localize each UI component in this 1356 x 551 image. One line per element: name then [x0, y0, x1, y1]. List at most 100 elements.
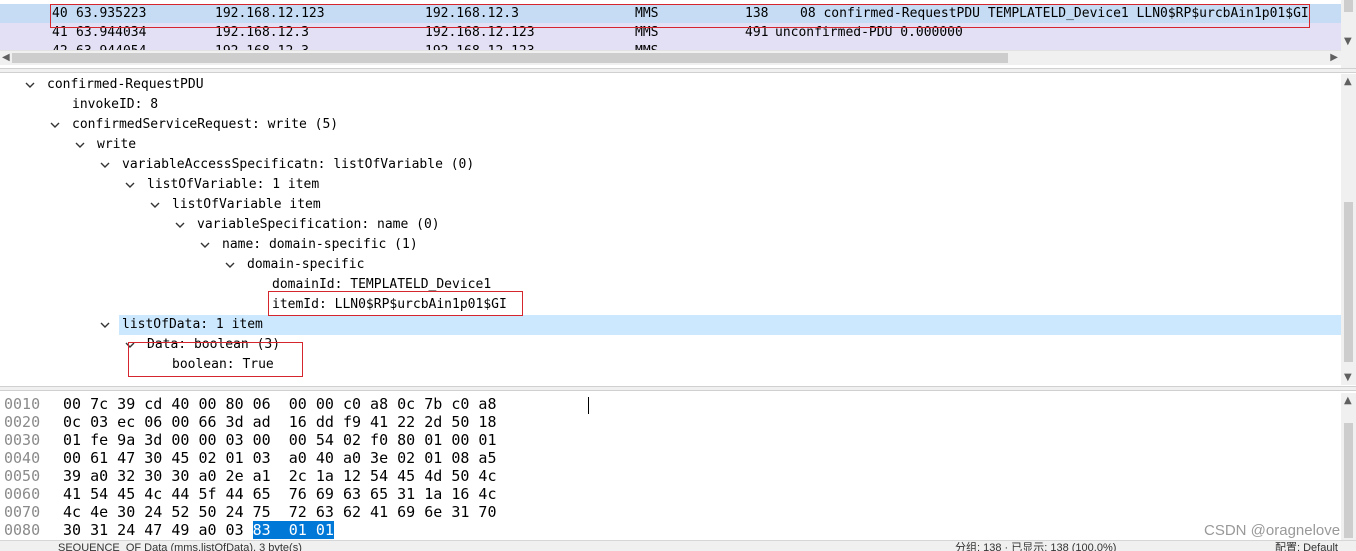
hex-offset: 0020	[4, 413, 41, 431]
tree-row-label: confirmedServiceRequest: write (5)	[72, 117, 339, 132]
packet-protocol: MMS	[635, 6, 659, 21]
chevron-down-icon[interactable]	[99, 319, 111, 331]
packet-row[interactable]: 42 63.944054 192.168.12.3 192.168.12.123…	[0, 42, 1341, 50]
packet-bytes-pane[interactable]: 0010 00 7c 39 cd 40 00 80 06 00 00 c0 a8 …	[0, 393, 1341, 540]
hex-selection[interactable]: 83 01 01	[252, 521, 334, 539]
packet-details-tree[interactable]: confirmed-RequestPDU invokeID: 8 confirmed…	[0, 74, 1341, 385]
hex-bytes-text: 00 61 47 30 45 02 01 03 a0 40 a0 3e 02 0…	[63, 449, 497, 467]
packet-source: 192.168.12.123	[215, 6, 325, 21]
scroll-up-icon[interactable]: ▲	[1344, 395, 1352, 406]
packet-list-vertical-scrollbar[interactable]: ▼	[1341, 0, 1356, 68]
scrollbar-thumb[interactable]	[1344, 202, 1353, 362]
packet-row[interactable]: 41 63.944034 192.168.12.3 192.168.12.123…	[0, 23, 1341, 42]
packet-length: 138	[745, 6, 769, 21]
tree-row[interactable]: itemId: LLN0$RP$urcbAin1p01$GI	[0, 295, 1341, 315]
status-bar: SEQUENCE_OF Data (mms.listOfData), 3 byt…	[0, 540, 1356, 551]
chevron-down-icon[interactable]	[74, 139, 86, 151]
tree-row-label: variableSpecification: name (0)	[197, 217, 440, 232]
pane-splitter[interactable]	[0, 68, 1356, 73]
packet-protocol: MMS	[635, 42, 658, 50]
tree-row-label: listOfVariable item	[172, 197, 321, 212]
scroll-left-icon[interactable]: ◀	[2, 51, 10, 65]
hex-bytes[interactable]: 01 fe 9a 3d 00 00 03 00 00 54 02 f0 80 0…	[63, 431, 496, 449]
scrollbar-thumb[interactable]	[1344, 423, 1353, 538]
scroll-up-icon[interactable]: ▲	[1344, 76, 1352, 87]
tree-row[interactable]: domain-specific	[0, 255, 1341, 275]
tree-row-label: write	[97, 137, 137, 152]
hex-bytes[interactable]: 30 31 24 47 49 a0 03 83 01 01	[63, 521, 334, 539]
scrollbar-thumb[interactable]	[12, 53, 1008, 63]
tree-row[interactable]: Data: boolean (3)	[0, 335, 1341, 355]
packet-destination: 192.168.12.3	[425, 6, 519, 21]
tree-row-label: domainId: TEMPLATELD_Device1	[272, 277, 492, 292]
packet-number: 42	[52, 42, 68, 50]
watermark: CSDN @oragnelove	[1204, 522, 1341, 539]
hex-bytes-text: 41 54 45 4c 44 5f 44 65 76 69 63 65 31 1…	[63, 485, 497, 503]
text-caret	[588, 397, 589, 414]
packet-source: 192.168.12.3	[215, 25, 309, 40]
hex-bytes-text: 4c 4e 30 24 52 50 24 75 72 63 62 41 69 6…	[63, 503, 497, 521]
packet-time: 63.935223	[76, 6, 147, 21]
tree-row-label: name: domain-specific (1)	[222, 237, 418, 252]
chevron-down-icon[interactable]	[124, 339, 136, 351]
packet-number: 41	[52, 25, 68, 40]
packet-time: 63.944034	[76, 25, 147, 40]
tree-row[interactable]: invokeID: 8	[0, 95, 1341, 115]
hex-bytes[interactable]: 41 54 45 4c 44 5f 44 65 76 69 63 65 31 1…	[63, 485, 496, 503]
packet-length: 491	[745, 25, 769, 40]
hex-bytes-text: 30 31 24 47 49 a0 03	[63, 521, 253, 539]
tree-row[interactable]: name: domain-specific (1)	[0, 235, 1341, 255]
details-vertical-scrollbar[interactable]: ▲ ▼	[1341, 74, 1356, 385]
bytes-vertical-scrollbar[interactable]: ▲	[1341, 393, 1356, 540]
hex-bytes[interactable]: 39 a0 32 30 30 a0 2e a1 2c 1a 12 54 45 4…	[63, 467, 496, 485]
tree-row[interactable]: listOfVariable: 1 item	[0, 175, 1341, 195]
packet-destination: 192.168.12.123	[425, 25, 535, 40]
tree-row[interactable]: listOfVariable item	[0, 195, 1341, 215]
hex-offset: 0080	[4, 521, 41, 539]
chevron-down-icon[interactable]	[149, 199, 161, 211]
tree-row[interactable]: boolean: True	[0, 355, 1341, 375]
packet-number: 40	[52, 6, 68, 21]
packet-row[interactable]: 40 63.935223 192.168.12.123 192.168.12.3…	[0, 4, 1341, 23]
hex-bytes[interactable]: 4c 4e 30 24 52 50 24 75 72 63 62 41 69 6…	[63, 503, 496, 521]
packet-list-horizontal-scrollbar[interactable]: ◀ ▶	[0, 50, 1341, 65]
packet-protocol: MMS	[635, 25, 659, 40]
packet-destination: 192.168.12.123	[425, 42, 535, 50]
tree-row[interactable]: write	[0, 135, 1341, 155]
scroll-right-icon[interactable]: ▶	[1330, 51, 1338, 65]
tree-row-label: Data: boolean (3)	[147, 337, 281, 352]
scrollbar-thumb[interactable]	[1344, 0, 1353, 12]
chevron-down-icon[interactable]	[199, 239, 211, 251]
chevron-down-icon[interactable]	[224, 259, 236, 271]
tree-row[interactable]: variableSpecification: name (0)	[0, 215, 1341, 235]
tree-row[interactable]: variableAccessSpecificatn: listOfVariabl…	[0, 155, 1341, 175]
hex-bytes-text: 00 7c 39 cd 40 00 80 06 00 00 c0 a8 0c 7…	[63, 395, 497, 413]
pane-splitter[interactable]	[0, 386, 1356, 391]
hex-bytes-text: 0c 03 ec 06 00 66 3d ad 16 dd f9 41 22 2…	[63, 413, 497, 431]
tree-row[interactable]: domainId: TEMPLATELD_Device1	[0, 275, 1341, 295]
tree-row[interactable]: confirmedServiceRequest: write (5)	[0, 115, 1341, 135]
hex-offset: 0070	[4, 503, 41, 521]
tree-row[interactable]: listOfData: 1 item	[100, 315, 1341, 335]
hex-offset: 0010	[4, 395, 41, 413]
tree-row[interactable]: confirmed-RequestPDU	[0, 75, 1341, 95]
chevron-down-icon[interactable]	[24, 79, 36, 91]
tree-row-label: invokeID: 8	[72, 97, 159, 112]
hex-bytes[interactable]: 00 61 47 30 45 02 01 03 a0 40 a0 3e 02 0…	[63, 449, 496, 467]
chevron-down-icon[interactable]	[174, 219, 186, 231]
scroll-down-icon[interactable]: ▼	[1344, 36, 1352, 47]
chevron-down-icon[interactable]	[124, 179, 136, 191]
hex-offset: 0040	[4, 449, 41, 467]
chevron-down-icon[interactable]	[99, 159, 111, 171]
scroll-down-icon[interactable]: ▼	[1344, 372, 1352, 383]
hex-bytes-text: 01 fe 9a 3d 00 00 03 00 00 54 02 f0 80 0…	[63, 431, 497, 449]
packet-source: 192.168.12.3	[215, 42, 309, 50]
chevron-down-icon[interactable]	[49, 119, 61, 131]
tree-row-label: domain-specific	[247, 257, 365, 272]
hex-offset: 0050	[4, 467, 41, 485]
tree-row-label: confirmed-RequestPDU	[47, 77, 204, 92]
packet-list[interactable]: 40 63.935223 192.168.12.123 192.168.12.3…	[0, 0, 1356, 68]
hex-bytes[interactable]: 00 7c 39 cd 40 00 80 06 00 00 c0 a8 0c 7…	[63, 395, 496, 413]
tree-row-label: listOfVariable: 1 item	[147, 177, 320, 192]
hex-bytes[interactable]: 0c 03 ec 06 00 66 3d ad 16 dd f9 41 22 2…	[63, 413, 496, 431]
